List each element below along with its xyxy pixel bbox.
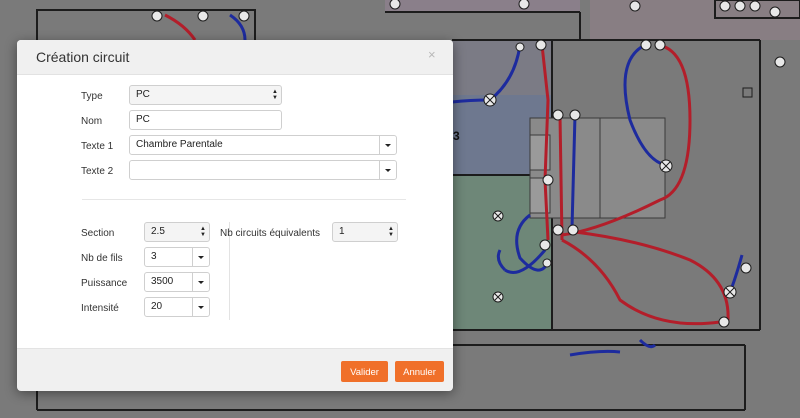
dialog-header: Création circuit × <box>17 40 453 75</box>
nb-circuits-label: Nb circuits équivalents <box>220 228 321 239</box>
puissance-input[interactable]: 3500 <box>144 272 193 292</box>
puissance-label: Puissance <box>81 278 128 289</box>
nb-fils-label: Nb de fils <box>81 253 123 264</box>
room-number: 3 <box>453 129 460 143</box>
nom-input[interactable]: PC <box>129 110 282 130</box>
section-value: 2.5 <box>151 226 165 237</box>
intensite-input[interactable]: 20 <box>144 297 193 317</box>
texte1-value: Chambre Parentale <box>136 139 223 150</box>
type-select[interactable]: PC ▲ ▼ <box>129 85 282 105</box>
type-label: Type <box>81 91 103 102</box>
dialog-footer: Valider Annuler <box>17 348 453 391</box>
intensite-dropdown-button[interactable] <box>192 297 210 317</box>
nb-fils-dropdown-button[interactable] <box>192 247 210 267</box>
puissance-value: 3500 <box>151 276 174 287</box>
type-value: PC <box>136 89 150 100</box>
texte1-dropdown-button[interactable] <box>379 135 397 155</box>
intensite-label: Intensité <box>81 303 119 314</box>
nom-label: Nom <box>81 116 103 127</box>
nb-fils-input[interactable]: 3 <box>144 247 193 267</box>
texte2-input[interactable] <box>129 160 380 180</box>
puissance-dropdown-button[interactable] <box>192 272 210 292</box>
select-arrows-icon: ▲ ▼ <box>200 226 206 238</box>
section-select[interactable]: 2.5 ▲ ▼ <box>144 222 210 242</box>
close-icon[interactable]: × <box>428 47 436 62</box>
texte1-label: Texte 1 <box>81 141 114 152</box>
texte2-label: Texte 2 <box>81 166 114 177</box>
texte2-dropdown-button[interactable] <box>379 160 397 180</box>
nb-circuits-select[interactable]: 1 ▲ ▼ <box>332 222 398 242</box>
section-divider <box>82 199 406 200</box>
intensite-value: 20 <box>151 301 163 312</box>
cancel-button[interactable]: Annuler <box>395 361 444 382</box>
select-arrows-icon: ▲ ▼ <box>272 89 278 101</box>
section-label: Section <box>81 228 115 239</box>
dialog-title: Création circuit <box>36 49 130 65</box>
validate-button[interactable]: Valider <box>341 361 388 382</box>
nom-value: PC <box>136 114 150 125</box>
create-circuit-dialog: Création circuit × Type PC ▲ ▼ Nom PC Tex… <box>17 40 453 391</box>
nb-circuits-value: 1 <box>339 226 345 237</box>
select-arrows-icon: ▲ ▼ <box>388 226 394 238</box>
nb-fils-value: 3 <box>151 251 157 262</box>
texte1-input[interactable]: Chambre Parentale <box>129 135 380 155</box>
